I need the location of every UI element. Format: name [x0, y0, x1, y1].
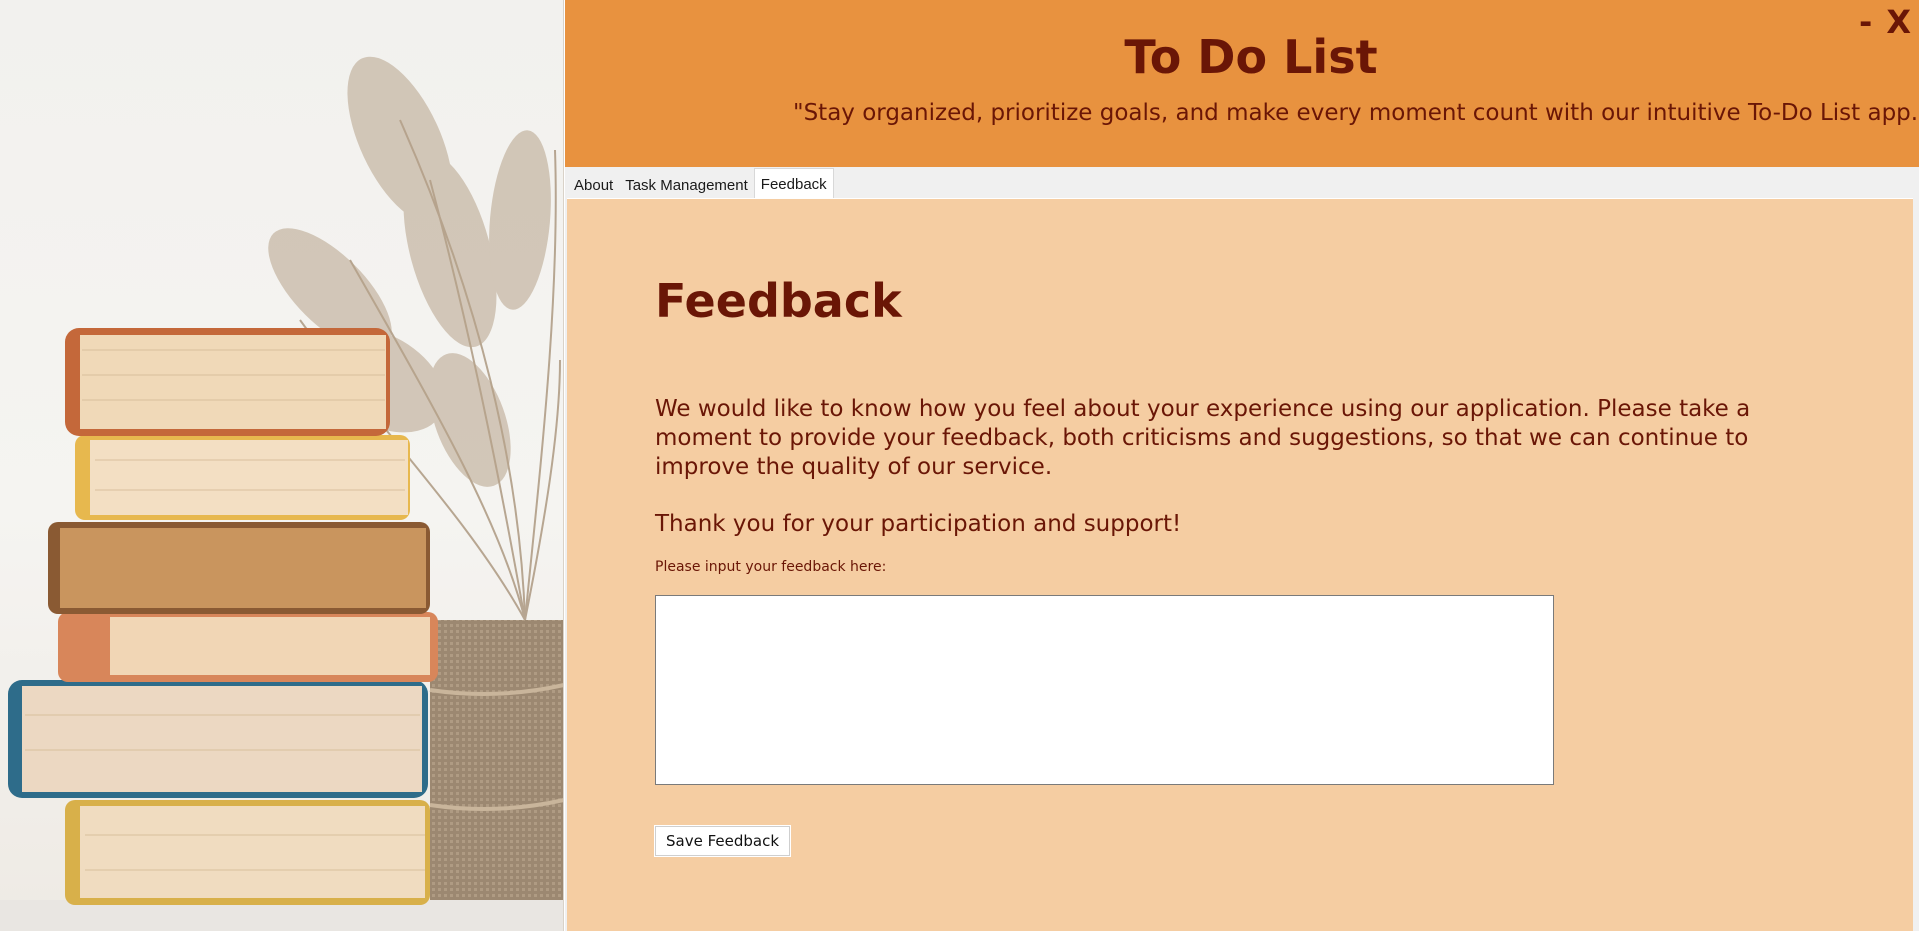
- tab-feedback[interactable]: Feedback: [753, 168, 834, 198]
- books-stack-with-dried-grass-image: [0, 0, 564, 931]
- app-title: To Do List: [1124, 30, 1378, 84]
- feedback-intro-text: We would like to know how you feel about…: [655, 396, 1751, 480]
- books-illustration: [0, 56, 563, 931]
- feedback-textarea[interactable]: [655, 595, 1554, 785]
- feedback-thanks-text: Thank you for your participation and sup…: [655, 511, 1182, 537]
- app-header: To Do List "Stay organized, prioritize g…: [565, 0, 1919, 167]
- app-subtitle: "Stay organized, prioritize goals, and m…: [793, 100, 1919, 126]
- tab-about[interactable]: About: [568, 171, 620, 198]
- minimize-button[interactable]: -: [1857, 2, 1874, 42]
- feedback-input-label: Please input your feedback here:: [655, 559, 887, 575]
- close-button[interactable]: X: [1884, 2, 1913, 42]
- page-title: Feedback: [655, 274, 902, 328]
- save-feedback-button[interactable]: Save Feedback: [654, 825, 791, 857]
- tab-bar: About Task Management Feedback: [565, 167, 1919, 198]
- window-controls: - X: [1857, 2, 1913, 42]
- feedback-panel: Feedback We would like to know how you f…: [567, 198, 1913, 931]
- tab-task-management[interactable]: Task Management: [619, 171, 754, 198]
- app-window: To Do List "Stay organized, prioritize g…: [565, 0, 1919, 931]
